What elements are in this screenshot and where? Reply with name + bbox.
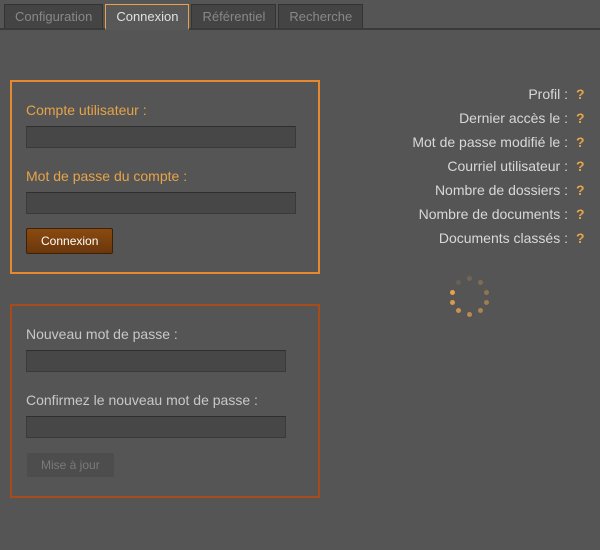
new-password-label: Nouveau mot de passe : bbox=[26, 326, 304, 342]
info-row: Profil : ? bbox=[350, 86, 590, 102]
info-value: ? bbox=[576, 206, 590, 222]
new-password-input[interactable] bbox=[26, 350, 286, 372]
info-label: Nombre de documents : bbox=[419, 206, 568, 222]
user-label: Compte utilisateur : bbox=[26, 102, 304, 118]
info-value: ? bbox=[576, 230, 590, 246]
info-row: Mot de passe modifié le : ? bbox=[350, 134, 590, 150]
tab-recherche[interactable]: Recherche bbox=[278, 4, 363, 28]
info-value: ? bbox=[576, 182, 590, 198]
info-label: Mot de passe modifié le : bbox=[412, 134, 568, 150]
info-row: Documents classés : ? bbox=[350, 230, 590, 246]
info-row: Nombre de dossiers : ? bbox=[350, 182, 590, 198]
info-label: Nombre de dossiers : bbox=[435, 182, 568, 198]
login-panel: Compte utilisateur : Mot de passe du com… bbox=[10, 80, 320, 274]
login-button[interactable]: Connexion bbox=[26, 228, 113, 254]
confirm-password-input[interactable] bbox=[26, 416, 286, 438]
info-value: ? bbox=[576, 110, 590, 126]
info-value: ? bbox=[576, 158, 590, 174]
password-input[interactable] bbox=[26, 192, 296, 214]
info-row: Dernier accès le : ? bbox=[350, 110, 590, 126]
confirm-password-label: Confirmez le nouveau mot de passe : bbox=[26, 392, 304, 408]
tab-referentiel[interactable]: Référentiel bbox=[191, 4, 276, 28]
info-label: Dernier accès le : bbox=[459, 110, 568, 126]
info-label: Courriel utilisateur : bbox=[447, 158, 568, 174]
account-info-list: Profil : ? Dernier accès le : ? Mot de p… bbox=[350, 86, 590, 246]
info-row: Nombre de documents : ? bbox=[350, 206, 590, 222]
loading-spinner-icon bbox=[450, 276, 490, 316]
info-label: Profil : bbox=[528, 86, 568, 102]
user-input[interactable] bbox=[26, 126, 296, 148]
tab-configuration[interactable]: Configuration bbox=[4, 4, 103, 28]
tab-connexion[interactable]: Connexion bbox=[105, 4, 189, 30]
password-label: Mot de passe du compte : bbox=[26, 168, 304, 184]
tab-bar: Configuration Connexion Référentiel Rech… bbox=[0, 0, 600, 30]
change-password-panel: Nouveau mot de passe : Confirmez le nouv… bbox=[10, 304, 320, 498]
update-password-button[interactable]: Mise à jour bbox=[26, 452, 115, 478]
info-value: ? bbox=[576, 86, 590, 102]
info-row: Courriel utilisateur : ? bbox=[350, 158, 590, 174]
info-value: ? bbox=[576, 134, 590, 150]
info-label: Documents classés : bbox=[439, 230, 568, 246]
